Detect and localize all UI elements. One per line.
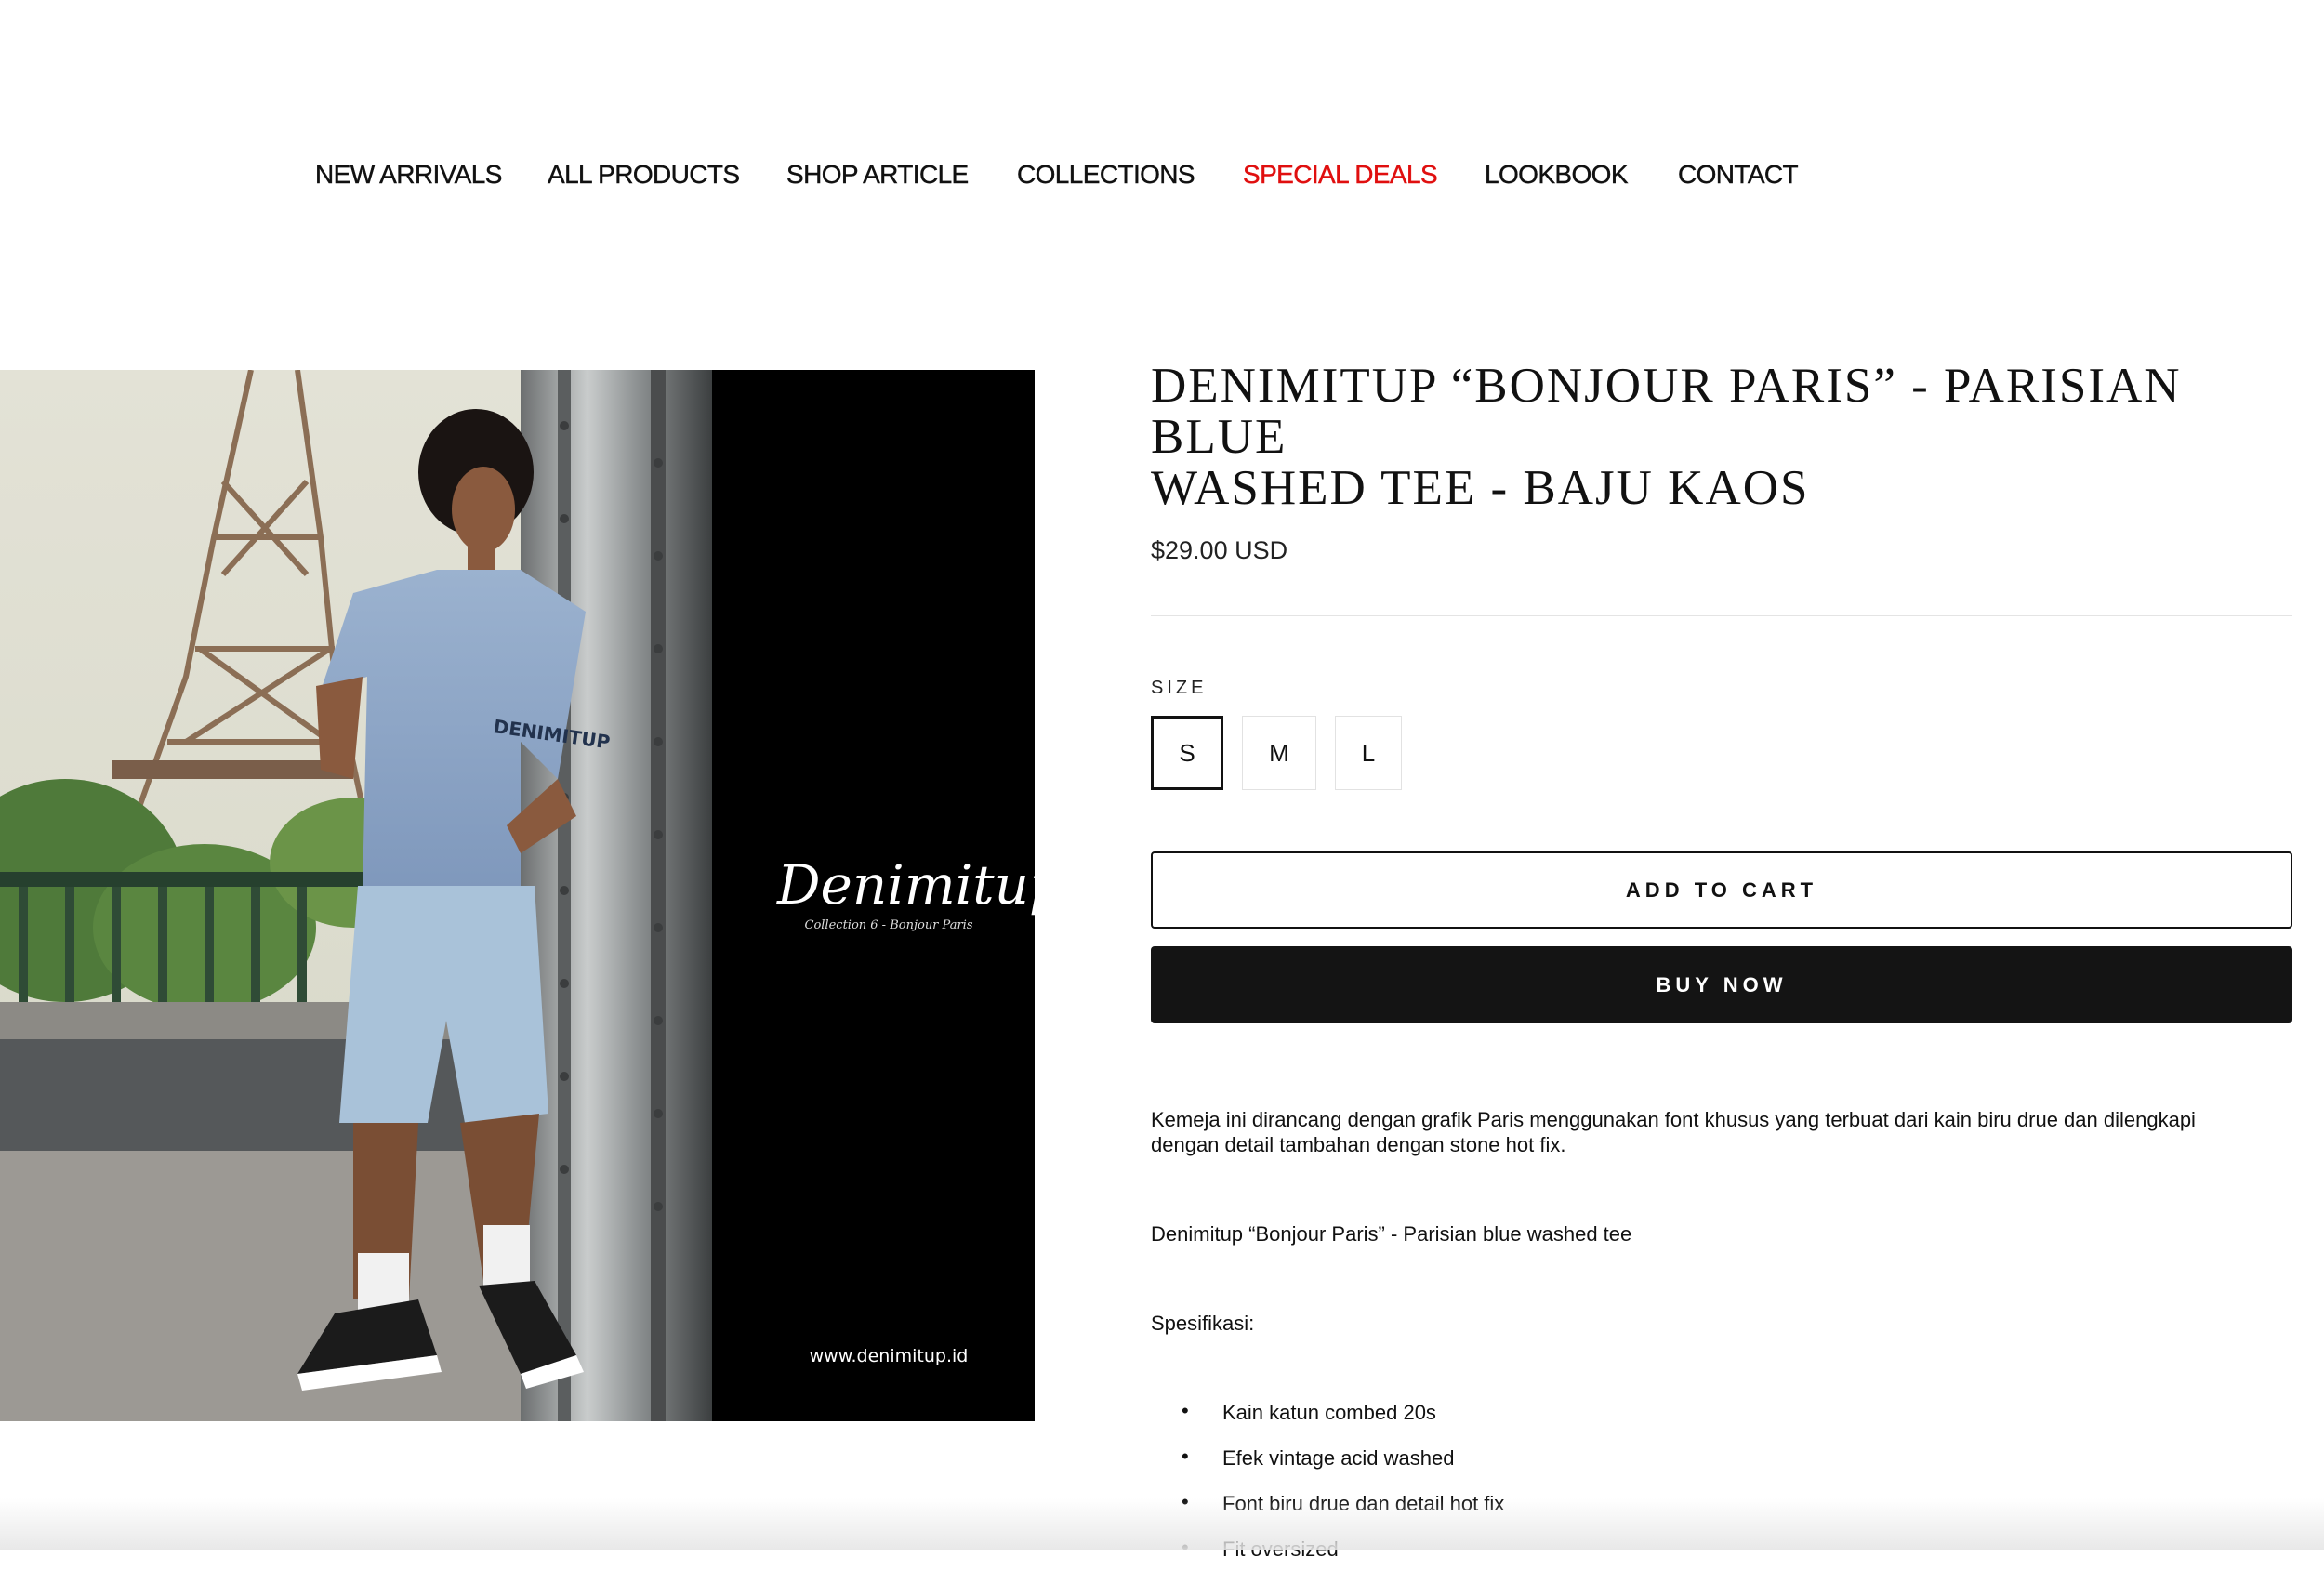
- brand-panel: Denimitup Collection 6 - Bonjour Paris w…: [712, 370, 1035, 1421]
- bullet: •: [1182, 1444, 1189, 1468]
- product-title-line2: WASHED TEE - BAJU KAOS: [1151, 461, 1810, 515]
- size-option-m[interactable]: M: [1242, 716, 1316, 790]
- size-label: SIZE: [1151, 678, 1208, 698]
- nav-collections[interactable]: COLLECTIONS: [1017, 160, 1195, 190]
- size-option-l[interactable]: L: [1335, 716, 1402, 790]
- bullet: •: [1182, 1399, 1189, 1422]
- main-nav: NEW ARRIVALS ALL PRODUCTS SHOP ARTICLE C…: [0, 147, 2324, 203]
- product-description: Kemeja ini dirancang dengan grafik Paris…: [1151, 1108, 2196, 1156]
- brand-subtitle: Collection 6 - Bonjour Paris: [804, 918, 973, 932]
- spec-item: • Efek vintage acid washed: [1151, 1444, 2292, 1492]
- product-image[interactable]: DENIMITUP Denimitup Collection 6 - Bonjo…: [0, 370, 1035, 1421]
- spec-item: • Kain katun combed 20s: [1151, 1399, 2292, 1446]
- brand-url: www.denimitup.id: [809, 1346, 969, 1366]
- product-price: $29.00 USD: [1151, 536, 1288, 564]
- nav-all-products[interactable]: ALL PRODUCTS: [548, 160, 740, 190]
- product-name-line: Denimitup “Bonjour Paris” - Parisian blu…: [1151, 1222, 1632, 1246]
- brand-logo-text: Denimitup: [777, 853, 1035, 917]
- spec-list: • Kain katun combed 20s • Efek vintage a…: [1151, 1399, 2292, 1583]
- nav-special-deals[interactable]: SPECIAL DEALS: [1243, 160, 1438, 190]
- nav-new-arrivals[interactable]: NEW ARRIVALS: [315, 160, 503, 190]
- bottom-fade: [0, 1498, 2324, 1550]
- nav-contact[interactable]: CONTACT: [1678, 160, 1799, 190]
- size-selector: S M L: [1151, 716, 2292, 790]
- buy-now-button[interactable]: BUY NOW: [1151, 946, 2292, 1023]
- product-title: DENIMITUP “BONJOUR PARIS” - PARISIAN BLU…: [1151, 361, 2292, 514]
- spec-title: Spesifikasi:: [1151, 1312, 1255, 1335]
- spec-text: Kain katun combed 20s: [1222, 1401, 1436, 1424]
- spec-text: Efek vintage acid washed: [1222, 1446, 1455, 1470]
- product-title-line1: DENIMITUP “BONJOUR PARIS” - PARISIAN BLU…: [1151, 359, 2182, 464]
- product-details: DENIMITUP “BONJOUR PARIS” - PARISIAN BLU…: [1151, 361, 2292, 1583]
- size-option-s[interactable]: S: [1151, 716, 1223, 790]
- product-photo: DENIMITUP: [0, 370, 712, 1421]
- add-to-cart-button[interactable]: ADD TO CART: [1151, 851, 2292, 929]
- divider: [1151, 615, 2292, 616]
- nav-shop-article[interactable]: SHOP ARTICLE: [786, 160, 970, 190]
- nav-lookbook[interactable]: LOOKBOOK: [1485, 160, 1629, 190]
